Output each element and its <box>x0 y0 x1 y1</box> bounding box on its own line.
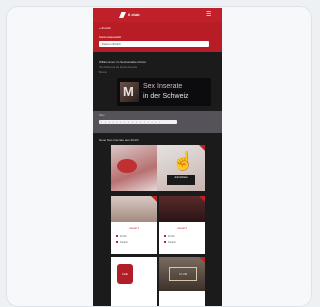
banner-line2: in der Schweiz <box>143 93 189 100</box>
listing-tile[interactable]: Inserat 2 Zürich Details <box>159 196 205 254</box>
ad-banner[interactable]: M Sex Inserate in der Schweiz <box>117 78 211 106</box>
filter-input[interactable]: • • • • • • • • • • • • • • • • <box>99 120 177 124</box>
listing-tile-name: Inserat 1 <box>129 227 139 230</box>
banner-logo: M <box>120 82 139 102</box>
filter-section: Filter • • • • • • • • • • • • • • • • <box>93 111 222 133</box>
club-sign: CLUB <box>169 267 197 281</box>
filter-label: Filter <box>99 114 105 117</box>
canton-select[interactable]: Kanton Zürich <box>99 41 209 47</box>
listing-tile-image <box>111 196 157 222</box>
corner-ribbon-icon <box>199 145 205 151</box>
listing-thumbnail[interactable] <box>111 145 157 191</box>
listing-tile[interactable]: Club <box>111 257 157 306</box>
promo-button[interactable]: Jetzt klicken <box>167 175 195 185</box>
welcome-subtext: Hier findest du die besten Inserate <box>99 66 138 69</box>
listing-tile-name: Inserat 2 <box>177 227 187 230</box>
listing-tile[interactable]: CLUB <box>159 257 205 306</box>
filter-input-placeholder: • • • • • • • • • • • • • • • • <box>101 120 162 124</box>
listing-tile-details: Details <box>116 241 128 244</box>
listing-thumbnail-promo[interactable]: ☝ Jetzt klicken <box>157 145 205 191</box>
hamburger-menu-icon[interactable]: ☰ <box>206 12 212 18</box>
listing-tile[interactable]: Inserat 1 Zürich Details <box>111 196 157 254</box>
listings-heading: Neue Sex-Inserate aus Zürich <box>99 138 139 142</box>
welcome-heading: Willkommen im Sexkontakte-Portal <box>99 60 146 64</box>
canton-select-value: Kanton Zürich <box>102 42 121 46</box>
listing-tile-details: Details <box>164 241 176 244</box>
canton-label: Kantonsauswahl <box>99 35 122 39</box>
logo-text[interactable]: 6 club <box>128 11 140 18</box>
back-link[interactable]: « Zurück <box>99 26 111 30</box>
top-bar: 6 club ☰ <box>93 8 222 22</box>
logo-icon[interactable] <box>119 12 126 18</box>
thumbnail-image <box>117 159 137 173</box>
browser-card: 6 club ☰ « Zurück Kantonsauswahl Kanton … <box>6 6 312 307</box>
listing-tile-image <box>159 196 205 222</box>
search-section: « Zurück Kantonsauswahl Kanton Zürich <box>93 22 222 52</box>
banner-line1: Sex Inserate <box>143 83 183 90</box>
pointing-hand-icon: ☝ <box>172 151 195 171</box>
club-plate: Club <box>117 264 133 284</box>
banner-caption: Banner <box>99 71 108 74</box>
listing-tile-location: Zürich <box>164 235 175 238</box>
banner-logo-letter: M <box>123 84 134 99</box>
listing-tile-location: Zürich <box>116 235 127 238</box>
listing-tile-image: Club <box>111 257 157 291</box>
mobile-page[interactable]: 6 club ☰ « Zurück Kantonsauswahl Kanton … <box>93 8 222 306</box>
listing-tile-image: CLUB <box>159 257 205 291</box>
